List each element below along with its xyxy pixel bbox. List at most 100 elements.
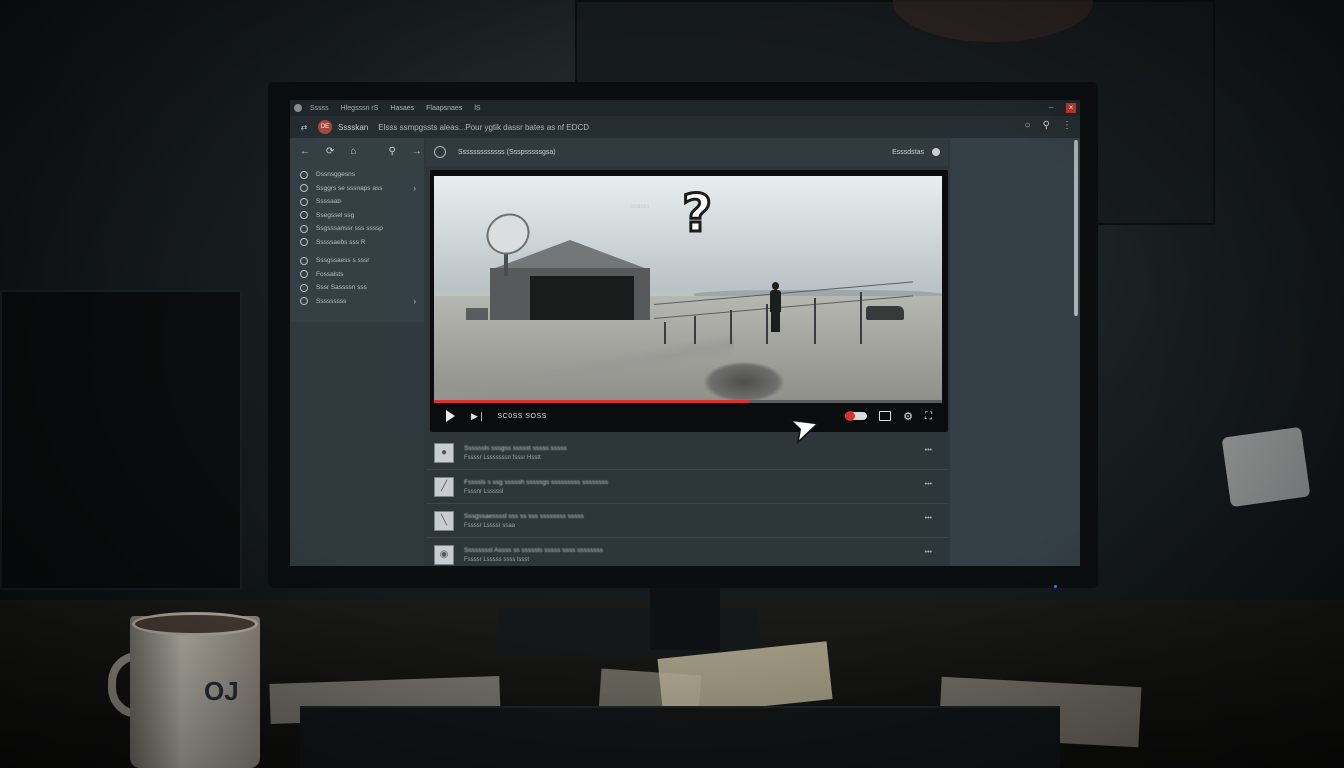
sync-icon[interactable]: ⟳ (326, 146, 334, 157)
menu-item[interactable]: Hasaes (390, 105, 414, 112)
globe-icon (300, 283, 308, 292)
globe-icon (300, 297, 308, 306)
list-item[interactable]: ◉ Ssssssssl Assss ss sssssls sssss ssss … (426, 538, 948, 566)
search-icon[interactable]: ⚲ (1043, 120, 1050, 131)
sidebar-item[interactable]: Ssssaab (300, 195, 420, 209)
thumbnail: ╱ (434, 476, 454, 497)
scrollbar[interactable] (1074, 140, 1078, 316)
more-icon[interactable]: ••• (925, 515, 932, 522)
globe-icon (300, 184, 308, 193)
more-icon[interactable]: ••• (925, 447, 932, 454)
hangar-door (530, 276, 634, 320)
result-title[interactable]: Ssssssssl Assss ss sssssls sssss ssss ss… (464, 547, 603, 554)
page-title[interactable]: Elsss ssmpgssts aleas...Pour ygtik dassr… (378, 123, 589, 132)
screen: Sssss Hlegsssn rS Hasaes Flaapsnaes lS –… (290, 100, 1080, 566)
back-arrow-icon[interactable]: ⇄ (296, 123, 312, 132)
chevron-right-icon: › (413, 183, 416, 193)
desert-bush (704, 362, 784, 402)
back-icon[interactable]: ← (300, 146, 310, 157)
address-bar: ⇄ DE Sssskan Elsss ssmpgssts aleas...Pou… (290, 116, 1080, 138)
sidebar: ← ⟳ ⌂ ⚲ → Dssnsggesns Ssggrs se sssnaps … (290, 138, 424, 566)
globe-icon (300, 256, 308, 265)
time-display: SC0SS SOSS (497, 412, 547, 420)
result-subtitle: Fssssr Lsssss ssss lssst (464, 557, 530, 563)
sidebar-item[interactable]: Ssgsssanssr sss ssssp (300, 222, 420, 236)
globe-icon (300, 238, 308, 247)
video-frame[interactable]: ssslsss ? (434, 176, 942, 402)
globe-icon (300, 211, 308, 220)
sidebar-item[interactable]: Ssggrs se sssnaps ass › (300, 182, 420, 196)
minimize-icon[interactable]: – (1046, 103, 1056, 113)
settings-icon[interactable]: ⚙ (903, 410, 913, 423)
play-icon[interactable] (446, 410, 455, 422)
globe-icon (300, 270, 308, 279)
overlay-tag: ssslsss (630, 204, 650, 210)
sidebar-item[interactable]: Sssssssss › (300, 295, 420, 309)
menu-item[interactable]: lS (474, 105, 480, 112)
globe-icon (300, 197, 308, 206)
result-title[interactable]: Sssgssaessssl sss ss sss ssssssss sssss (464, 513, 584, 520)
result-subtitle: Fsssnr Lsssssl (464, 488, 504, 495)
autoplay-toggle[interactable] (845, 411, 868, 421)
list-item[interactable]: ● Ssssssls sssgss ssssst sssss sssss Fss… (426, 436, 948, 470)
fullscreen-icon[interactable]: ⛶ (925, 411, 932, 422)
sidebar-item-label: Ssegssel ssg (316, 211, 355, 219)
thumbnail: ◉ (434, 545, 454, 565)
result-title[interactable]: Ssssssls sssgss ssssst sssss sssss (464, 445, 567, 452)
standing-person (768, 282, 782, 332)
history-icon[interactable] (434, 146, 446, 158)
subtitles-icon[interactable] (879, 411, 892, 421)
sidebar-item[interactable]: Fossalsts (300, 268, 420, 282)
sidebar-item-label: Ssggrs se sssnaps ass (316, 184, 383, 192)
more-vertical-icon[interactable]: ⋮ (1062, 120, 1072, 131)
sidebar-item[interactable]: Dssnsggesns (300, 168, 420, 182)
progress-fill (434, 400, 749, 403)
dirt-road (434, 336, 734, 402)
main-header: Sssssssssssss (Ssspsssssgsa) Esssdstas (426, 138, 948, 166)
globe-icon (300, 224, 308, 233)
satellite-dish (478, 205, 538, 263)
sidebar-item-label: Sssssaebs sss R (316, 238, 366, 246)
notifications-icon[interactable]: ○ (1025, 120, 1031, 131)
sidebar-item[interactable]: Sssssaebs sss R (300, 236, 420, 250)
result-subtitle: Fssssr Lsssssssn fsssr Hsstt (464, 454, 541, 461)
thumbnail: ● (434, 442, 454, 463)
site-logo-icon: DE (318, 120, 332, 134)
sidebar-item[interactable]: Sssr Sassssn sss (300, 281, 420, 295)
settings-dot-icon[interactable] (932, 148, 940, 156)
title-bar: Sssss Hlegsssn rS Hasaes Flaapsnaes lS –… (290, 100, 1080, 116)
menu-item[interactable]: Flaapsnaes (426, 105, 462, 112)
pin-icon[interactable]: ⚲ (388, 146, 395, 157)
header-right-label[interactable]: Esssdstas (892, 149, 924, 156)
sidebar-item[interactable]: Ssegssel ssg (300, 209, 420, 223)
sidebar-item-label: Sssr Sassssn sss (316, 284, 367, 292)
thumbnail: ╲ (434, 510, 454, 531)
more-icon[interactable]: ••• (925, 549, 932, 556)
home-icon[interactable]: ⌂ (350, 146, 356, 157)
sidebar-item-label: Ssssaab (316, 198, 341, 206)
mug-rim (132, 612, 258, 636)
sidebar-nav: ← ⟳ ⌂ ⚲ → (290, 138, 424, 165)
sidebar-item[interactable]: Sssgssaess s sssr (300, 254, 420, 268)
progress-bar[interactable] (434, 400, 942, 403)
small-shed (466, 308, 488, 320)
pickup-truck (866, 306, 904, 320)
close-icon[interactable]: × (1066, 103, 1076, 113)
more-icon[interactable]: ••• (925, 481, 932, 488)
menu-item[interactable]: Hlegsssn rS (341, 105, 379, 112)
sidebar-item-label: Sssgssaess s sssr (316, 257, 370, 265)
next-icon[interactable]: ▶❘ (471, 411, 485, 422)
video-player[interactable]: ssslsss ? ▶❘ SC0SS SOSS ⚙ ⛶ (430, 170, 948, 432)
result-title[interactable]: Fssssls s ssg sssssh sssssgs sssssssss s… (464, 479, 608, 486)
section-title: Sssssssssssss (Ssspsssssgsa) (458, 148, 556, 156)
right-panel (950, 138, 1080, 566)
list-item[interactable]: ╱ Fssssls s ssg sssssh sssssgs sssssssss… (426, 470, 948, 504)
forward-icon[interactable]: → (412, 146, 422, 157)
sidebar-list: Dssnsggesns Ssggrs se sssnaps ass › Ssssa… (300, 168, 420, 308)
speaker (1221, 426, 1311, 508)
sidebar-item-label: Ssgsssanssr sss ssssp (316, 225, 383, 233)
list-item[interactable]: ╲ Sssgssaessssl sss ss sss ssssssss ssss… (426, 504, 948, 538)
player-controls: ▶❘ SC0SS SOSS ⚙ ⛶ (434, 404, 942, 428)
menu-item[interactable]: Sssss (310, 105, 329, 112)
power-led (1054, 585, 1057, 588)
